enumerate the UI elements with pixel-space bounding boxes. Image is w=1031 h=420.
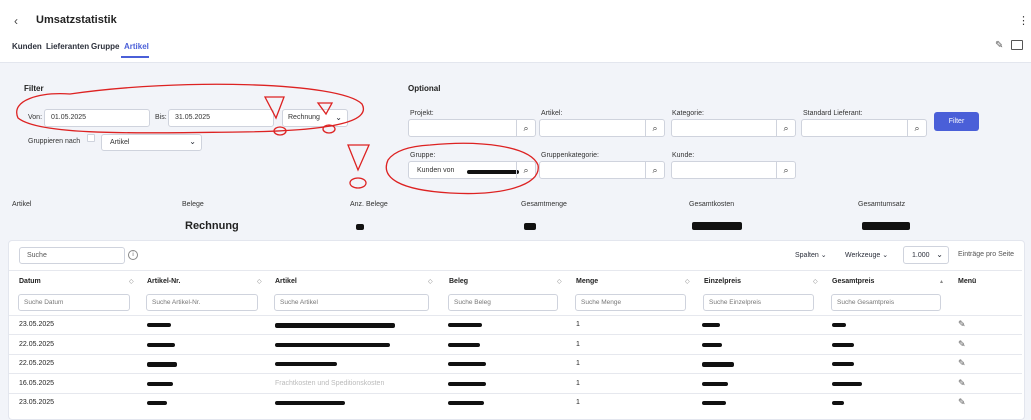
red-annotation-overlay [16,83,539,195]
